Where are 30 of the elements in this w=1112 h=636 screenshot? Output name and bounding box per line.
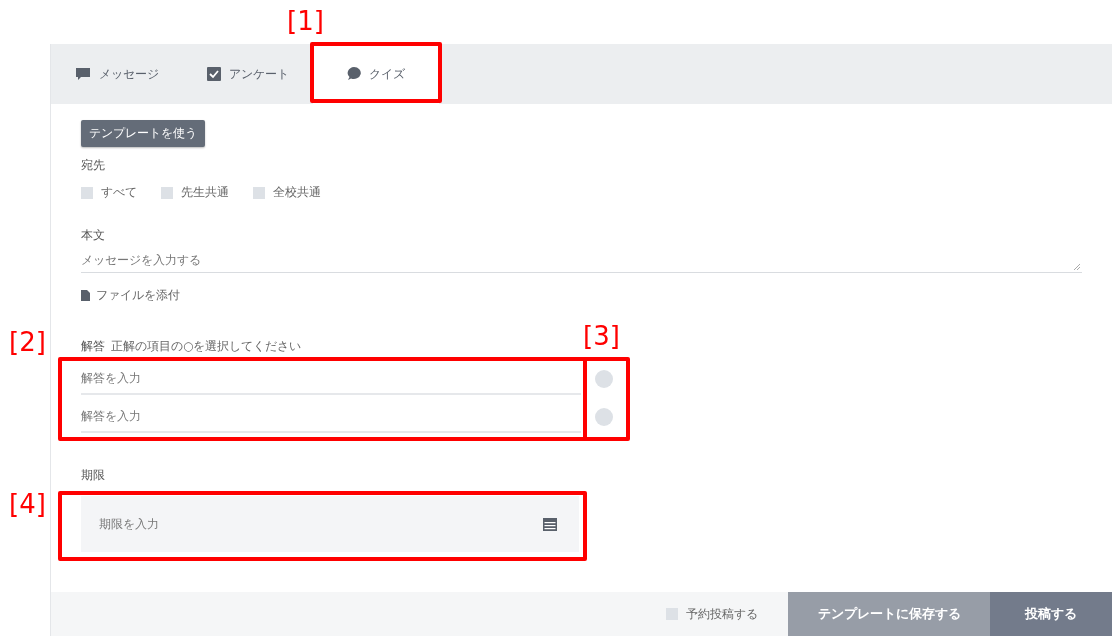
correct-answer-radio[interactable] bbox=[595, 408, 613, 426]
recipients-label: 宛先 bbox=[81, 157, 105, 174]
calendar-icon[interactable] bbox=[543, 517, 557, 531]
annotation-label: [2] bbox=[9, 329, 46, 355]
post-button[interactable]: 投稿する bbox=[990, 592, 1112, 636]
answer-hint: 正解の項目の○を選択してください bbox=[111, 338, 302, 355]
answer-field[interactable]: 解答を入力 bbox=[81, 363, 581, 395]
checkbox-icon bbox=[207, 67, 221, 81]
body-label: 本文 bbox=[81, 227, 105, 244]
correct-answer-radio[interactable] bbox=[595, 370, 613, 388]
deadline-field[interactable]: 期限を入力 bbox=[81, 496, 579, 552]
chat-icon bbox=[75, 67, 91, 81]
answer-field[interactable]: 解答を入力 bbox=[81, 401, 581, 433]
tab[interactable]: メッセージ bbox=[51, 44, 183, 104]
recipient-checkbox[interactable]: すべて bbox=[81, 184, 137, 201]
schedule-post-checkbox[interactable]: 予約投稿する bbox=[666, 592, 758, 636]
annotation-label: [1] bbox=[287, 8, 324, 34]
answer-label: 解答 bbox=[81, 338, 105, 355]
annotation-label: [3] bbox=[583, 323, 620, 349]
file-icon bbox=[81, 290, 90, 301]
recipient-checkbox[interactable]: 全校共通 bbox=[253, 184, 321, 201]
attach-file-link[interactable]: ファイルを添付 bbox=[96, 287, 180, 304]
annotation-label: [4] bbox=[9, 491, 46, 517]
resize-handle-icon[interactable] bbox=[1074, 264, 1080, 270]
message-field[interactable]: メッセージを入力する bbox=[81, 248, 1082, 273]
tab[interactable]: アンケート bbox=[183, 44, 313, 104]
use-template-button[interactable]: テンプレートを使う bbox=[81, 120, 205, 147]
recipient-checkbox[interactable]: 先生共通 bbox=[161, 184, 229, 201]
deadline-label: 期限 bbox=[81, 467, 105, 484]
question-bubble-icon bbox=[347, 67, 361, 81]
